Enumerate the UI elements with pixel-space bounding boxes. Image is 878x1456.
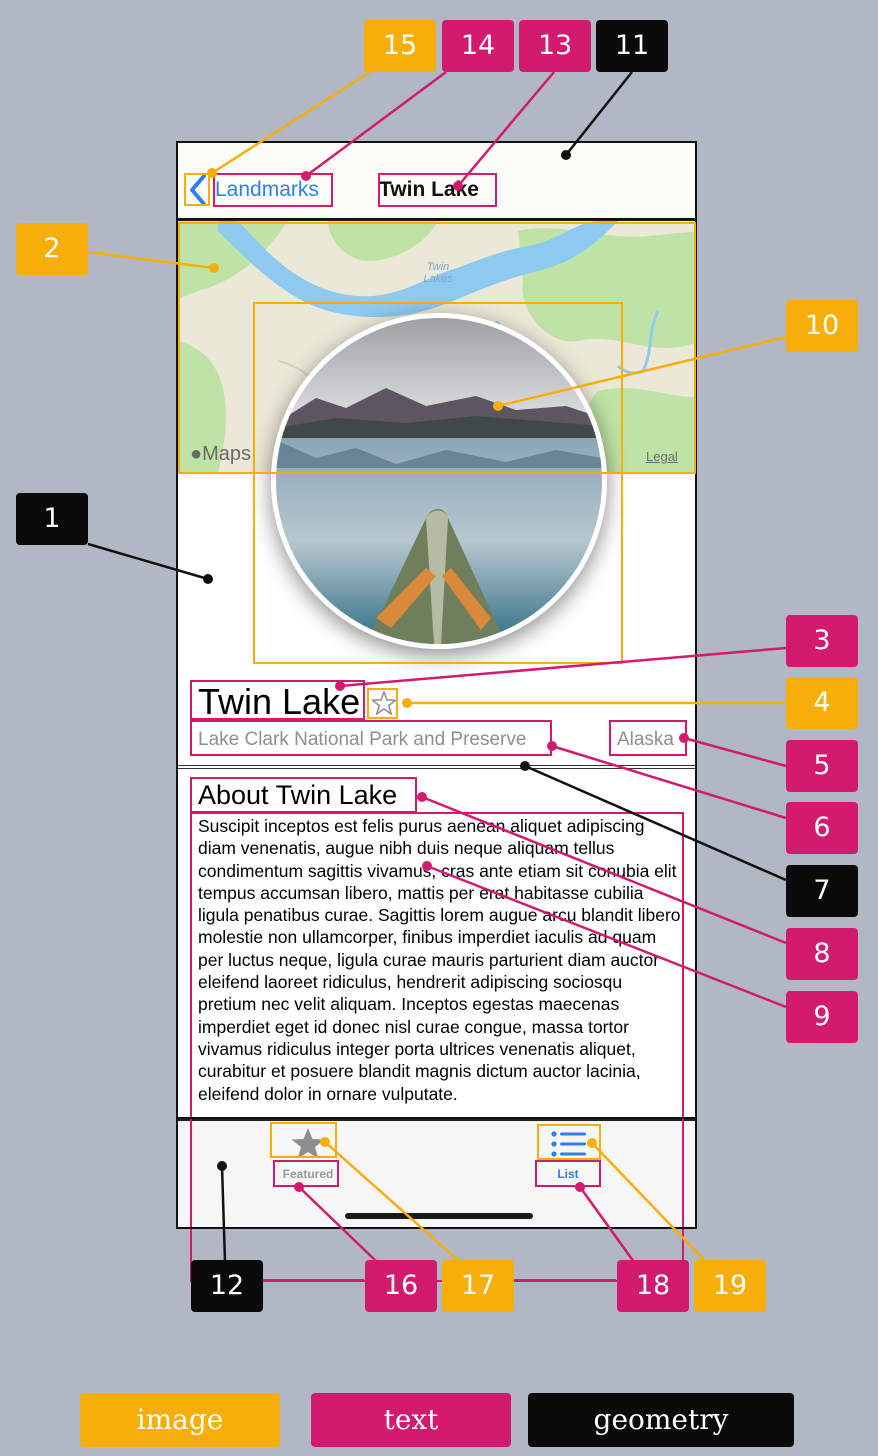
callout-16: 16 xyxy=(365,1260,437,1312)
callout-1: 1 xyxy=(16,493,88,545)
callout-18: 18 xyxy=(617,1260,689,1312)
callout-14: 14 xyxy=(442,20,514,72)
legend-geometry: geometry xyxy=(528,1393,794,1447)
callout-13: 13 xyxy=(519,20,591,72)
callout-6: 6 xyxy=(786,802,858,854)
callout-12: 12 xyxy=(191,1260,263,1312)
legend-text: text xyxy=(311,1393,511,1447)
annotated-screenshot: Landmarks Twin Lake Twin Lakes ●Maps Leg… xyxy=(0,0,878,1456)
leader-lines xyxy=(87,70,787,1281)
callout-9: 9 xyxy=(786,991,858,1043)
callout-2: 2 xyxy=(16,223,88,275)
callout-5: 5 xyxy=(786,740,858,792)
callout-7: 7 xyxy=(786,865,858,917)
callout-19: 19 xyxy=(694,1260,766,1312)
callout-4: 4 xyxy=(786,677,858,729)
legend-image: image xyxy=(80,1393,280,1447)
callout-3: 3 xyxy=(786,615,858,667)
callout-15: 15 xyxy=(364,20,436,72)
callout-11: 11 xyxy=(596,20,668,72)
callout-10: 10 xyxy=(786,300,858,352)
callout-17: 17 xyxy=(442,1260,514,1312)
callout-8: 8 xyxy=(786,928,858,980)
